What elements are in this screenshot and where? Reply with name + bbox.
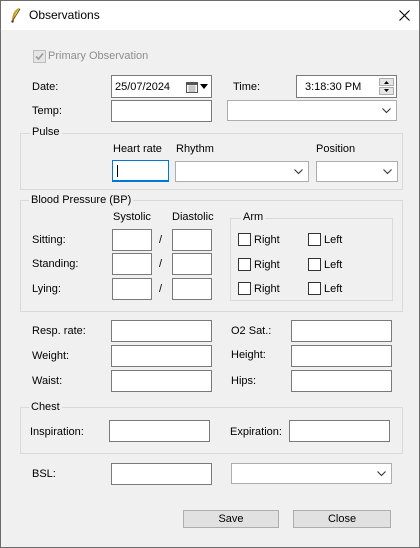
time-picker[interactable]: 3:18:30 PM <box>296 75 397 98</box>
bp-group-title: Blood Pressure (BP) <box>29 194 134 206</box>
lying-arm-right-checkbox[interactable] <box>238 282 251 295</box>
chevron-down-icon <box>382 107 391 113</box>
primary-observation-label: Primary Observation <box>48 50 149 62</box>
waist-input[interactable] <box>111 370 212 392</box>
chevron-down-icon <box>200 84 208 89</box>
save-button[interactable]: Save <box>183 510 279 528</box>
chevron-up-icon <box>384 81 389 84</box>
o2-sat-label: O2 Sat.: <box>231 325 272 337</box>
heart-rate-input[interactable] <box>112 160 169 182</box>
lying-arm-left-checkbox[interactable] <box>308 282 321 295</box>
temp-label: Temp: <box>32 105 62 117</box>
arm-right-label: Right <box>254 234 280 246</box>
date-value: 25/07/2024 <box>115 81 171 93</box>
time-down-button[interactable] <box>379 87 394 95</box>
window-title: Observations <box>29 8 100 22</box>
standing-arm-right-checkbox[interactable] <box>238 258 251 271</box>
expiration-label: Expiration: <box>230 426 282 438</box>
lying-diastolic-input[interactable] <box>172 278 212 300</box>
standing-label: Standing: <box>32 258 79 270</box>
checkmark-icon <box>35 52 44 61</box>
hips-label: Hips: <box>231 375 257 387</box>
chest-group-title: Chest <box>29 401 62 413</box>
bsl-input[interactable] <box>111 463 212 485</box>
chevron-down-icon <box>377 470 386 476</box>
inspiration-input[interactable] <box>109 420 210 442</box>
heart-rate-label: Heart rate <box>113 143 162 155</box>
position-dropdown[interactable] <box>316 161 398 182</box>
sitting-arm-left-checkbox[interactable] <box>308 233 321 246</box>
date-label: Date: <box>32 81 59 93</box>
chevron-down-icon <box>294 168 303 174</box>
temp-unit-dropdown[interactable] <box>227 100 397 121</box>
time-value: 3:18:30 PM <box>305 81 362 93</box>
sitting-label: Sitting: <box>32 234 66 246</box>
bsl-label: BSL: <box>32 468 56 480</box>
resp-rate-input[interactable] <box>111 320 212 342</box>
close-button-label: Close <box>327 513 357 525</box>
chevron-down-icon <box>383 168 392 174</box>
lying-systolic-input[interactable] <box>112 278 152 300</box>
time-label: Time: <box>233 81 261 93</box>
pulse-group-title: Pulse <box>30 126 62 138</box>
standing-systolic-input[interactable] <box>112 253 152 275</box>
bp-separator: / <box>159 258 163 270</box>
standing-arm-left-checkbox[interactable] <box>308 258 321 271</box>
arm-group-title: Arm <box>241 211 266 223</box>
observations-dialog: Observations Primary Observation Date: 2… <box>0 0 420 548</box>
hips-input[interactable] <box>291 370 392 392</box>
chevron-down-icon <box>384 89 389 92</box>
primary-observation-checkbox[interactable] <box>33 50 46 63</box>
diastolic-label: Diastolic <box>172 211 214 223</box>
o2-sat-input[interactable] <box>291 320 392 342</box>
arm-left-label: Left <box>324 234 343 246</box>
rhythm-dropdown[interactable] <box>175 161 309 182</box>
bp-separator: / <box>159 234 163 246</box>
calendar-icon[interactable] <box>186 81 198 93</box>
title-bar: Observations <box>1 1 419 30</box>
weight-label: Weight: <box>32 350 70 362</box>
time-up-button[interactable] <box>379 78 394 86</box>
height-input[interactable] <box>291 345 392 367</box>
systolic-label: Systolic <box>113 211 151 223</box>
text-cursor <box>117 165 118 177</box>
save-button-label: Save <box>218 513 244 525</box>
date-picker[interactable]: 25/07/2024 <box>111 75 212 98</box>
lying-label: Lying: <box>32 283 61 295</box>
inspiration-label: Inspiration: <box>30 426 84 438</box>
sitting-systolic-input[interactable] <box>112 229 152 251</box>
close-icon <box>398 10 410 21</box>
arm-left-label: Left <box>324 283 343 295</box>
standing-diastolic-input[interactable] <box>172 253 212 275</box>
waist-label: Waist: <box>32 375 63 387</box>
arm-right-label: Right <box>254 283 280 295</box>
arm-right-label: Right <box>254 259 280 271</box>
bp-separator: / <box>159 283 163 295</box>
weight-input[interactable] <box>111 345 212 367</box>
sitting-diastolic-input[interactable] <box>172 229 212 251</box>
window-close-button[interactable] <box>389 1 419 30</box>
position-label: Position <box>316 143 356 155</box>
rhythm-label: Rhythm <box>176 143 214 155</box>
sitting-arm-right-checkbox[interactable] <box>238 233 251 246</box>
height-label: Height: <box>231 349 266 361</box>
expiration-input[interactable] <box>289 420 390 442</box>
app-feather-icon <box>11 8 21 23</box>
bsl-unit-dropdown[interactable] <box>231 463 392 484</box>
arm-left-label: Left <box>324 259 343 271</box>
close-button[interactable]: Close <box>293 510 391 528</box>
resp-rate-label: Resp. rate: <box>32 325 86 337</box>
temp-input[interactable] <box>111 100 212 122</box>
